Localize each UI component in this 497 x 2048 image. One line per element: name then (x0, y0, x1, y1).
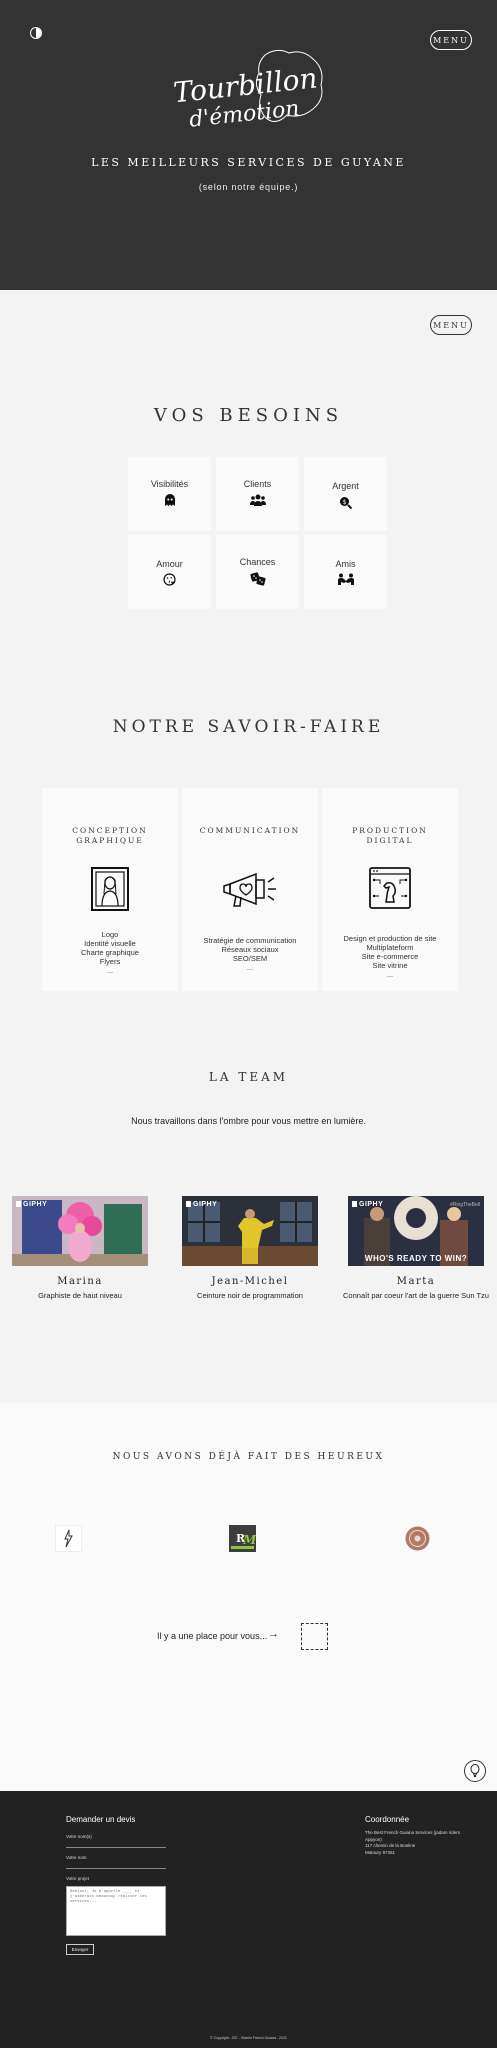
theme-toggle-icon[interactable] (30, 27, 42, 39)
service-item: Multiplateform (366, 943, 414, 952)
member-name: Marta (396, 1276, 436, 1287)
balloon-icon[interactable] (464, 1760, 486, 1782)
happy-clients-title: NOUS AVONS DÉJÀ FAIT DES HEUREUX (112, 1452, 385, 1462)
svg-text:M: M (242, 1533, 256, 1547)
service-item: Site e-commerce (361, 952, 419, 961)
need-card-chances[interactable]: Chances (216, 535, 299, 609)
member-role: Graphiste de haut niveau (38, 1291, 122, 1300)
member-gif[interactable]: GIPHY (12, 1196, 148, 1266)
service-item: Design et production de site (343, 934, 437, 943)
hero-section: MENU Tourbillon d'émotion LES MEILLEURS … (0, 0, 497, 290)
service-item: Charte graphique (81, 948, 139, 957)
service-item: ... (386, 970, 394, 979)
dice-icon (216, 572, 299, 588)
coordinates-text: The Best French Guiana Services (jadam r… (365, 1830, 475, 1856)
need-label: Amour (156, 559, 183, 569)
team-title: LA TEAM (208, 1070, 289, 1084)
project-field-label: Votre projet (66, 1876, 90, 1881)
mona-lisa-frame-icon (90, 866, 130, 917)
giphy-badge: GIPHY (16, 1201, 47, 1208)
need-label: Argent (332, 481, 359, 491)
giphy-badge: GIPHY (186, 1201, 217, 1208)
service-card-title: COMMUNICATION (199, 826, 301, 835)
service-card-title: PRODUCTION DIGITAL (352, 826, 428, 845)
hero-tagline: LES MEILLEURS SERVICES DE GUYANE (91, 156, 406, 169)
place-for-you-text: Il y a une place pour vous... (157, 1631, 268, 1641)
need-card-visibilites[interactable]: Visibilités (128, 457, 211, 531)
surname-field[interactable] (66, 1868, 166, 1869)
empty-client-slot[interactable] (301, 1623, 328, 1650)
member-role: Connaît par coeur l'art de la guerre Sun… (343, 1291, 489, 1300)
users-icon (216, 494, 299, 508)
gif-caption: WHO'S READY TO WIN? (364, 1254, 468, 1263)
member-name: Jean-Michel (211, 1276, 289, 1287)
svg-text:$: $ (343, 499, 347, 506)
lightning-logo[interactable] (54, 1524, 83, 1553)
gif-hashtag: #RingTheBell (449, 1202, 480, 1208)
quote-form-title: Demander un devis (66, 1815, 136, 1824)
service-item: Identité visuelle (84, 939, 136, 948)
service-item: ... (246, 963, 254, 972)
need-label: Chances (239, 557, 276, 567)
coordinates-line: The Best French Guiana Services (jadam r… (365, 1830, 461, 1842)
menu-button[interactable]: MENU (430, 30, 472, 50)
service-item: Logo (101, 930, 119, 939)
chess-screen-icon (368, 866, 412, 915)
name-field-label: Votre nom(s) (66, 1834, 92, 1839)
coordinates-title: Coordonnée (365, 1815, 410, 1824)
site-logo[interactable]: Tourbillon d'émotion (165, 45, 335, 135)
service-items: Stratégie de communication Réseaux socia… (186, 936, 314, 972)
round-seal-logo[interactable] (404, 1525, 431, 1552)
member-name: Marina (57, 1276, 103, 1287)
need-label: Clients (243, 479, 272, 489)
savoir-faire-title: NOTRE SAVOIR-FAIRE (112, 717, 385, 737)
member-role: Ceinture noir de programmation (197, 1291, 303, 1300)
name-field[interactable] (66, 1847, 166, 1848)
project-textarea[interactable] (66, 1886, 166, 1936)
service-item: ... (106, 966, 114, 975)
team-subtitle: Nous travaillons dans l'ombre pour vous … (131, 1116, 366, 1126)
giphy-badge: GIPHY (352, 1201, 383, 1208)
people-hands-icon (304, 573, 387, 587)
send-button[interactable]: Envoyer (66, 1944, 94, 1955)
service-card-title: CONCEPTION GRAPHIQUE (72, 826, 148, 845)
rm-logo[interactable]: RM (229, 1525, 257, 1552)
kiss-face-icon (128, 573, 211, 588)
service-card-conception: CONCEPTION GRAPHIQUE Logo Identité visue… (42, 788, 178, 991)
arrow-right-icon: → (268, 1628, 279, 1640)
service-card-communication: COMMUNICATION Stratégie de communication… (182, 788, 318, 991)
member-gif[interactable]: GIPHY (182, 1196, 318, 1266)
needs-title: VOS BESOINS (153, 405, 344, 426)
need-label: Visibilités (150, 479, 189, 489)
menu-button-secondary[interactable]: MENU (430, 315, 472, 335)
need-card-clients[interactable]: Clients (216, 457, 299, 531)
surname-field-label: Votre nom (66, 1855, 87, 1860)
service-item: Flyers (99, 957, 121, 966)
need-card-argent[interactable]: Argent $ (304, 457, 387, 531)
money-search-icon: $ (304, 496, 387, 511)
service-item: Site vitrine (372, 961, 408, 970)
need-label: Amis (335, 559, 356, 569)
hero-subtagline: (selon notre équipe.) (198, 182, 299, 192)
service-items: Logo Identité visuelle Charte graphique … (46, 930, 174, 975)
ghost-icon (128, 494, 211, 509)
member-gif[interactable]: GIPHY #RingTheBell WHO'S READY TO WIN? (348, 1196, 484, 1266)
megaphone-camera-icon (222, 870, 278, 913)
copyright-text: © Copyright - 007 - Glaeim French Guiana… (210, 2036, 287, 2040)
need-card-amour[interactable]: Amour (128, 535, 211, 609)
service-card-production: PRODUCTION DIGITAL Design et production … (322, 788, 458, 991)
service-item: Stratégie de communication (203, 936, 297, 945)
coordinates-line: Matoury 97351 (365, 1849, 396, 1855)
service-item: SEO/SEM (232, 954, 268, 963)
service-item: Réseaux sociaux (221, 945, 279, 954)
service-items: Design et production de site Multiplatef… (326, 934, 454, 979)
need-card-amis[interactable]: Amis (304, 535, 387, 609)
